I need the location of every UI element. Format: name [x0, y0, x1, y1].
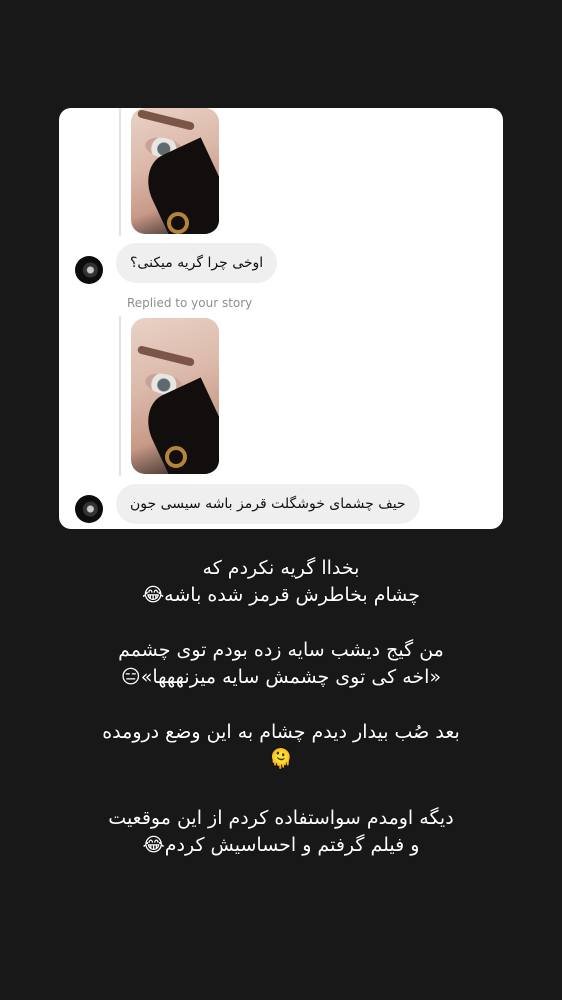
eyebrow — [136, 109, 196, 131]
avatar[interactable] — [75, 495, 103, 523]
caption-line: و فیلم گرفتم و احساسیش کردم😂 — [142, 834, 420, 856]
nose-ring — [167, 212, 189, 234]
avatar[interactable] — [75, 256, 103, 284]
eyebrow — [136, 345, 196, 367]
reply-thread-line — [119, 316, 121, 476]
message-bubble-2: حیف چشمای خوشگلت قرمز باشه سیسی جون — [116, 484, 420, 524]
message-bubble-1: اوخی چرا گریه میکنی؟ — [116, 243, 278, 283]
caption-line: بعد صُب بیدار دیدم چشام به این وضع درومد… — [102, 721, 460, 743]
story-thumbnail-2[interactable] — [131, 318, 219, 474]
caption-line: 🫠 — [269, 748, 293, 770]
caption-line: چشام بخاطرش قرمز شده باشه😂 — [141, 584, 420, 606]
replied-to-story-label: Replied to your story — [127, 296, 253, 310]
dm-screenshot-card: اوخی چرا گریه میکنی؟ Replied to your sto… — [59, 108, 503, 529]
caption-line: بخداا گریه نکردم که — [202, 557, 360, 579]
caption-line: من گیج دیشب سایه زده بودم توی چشمم — [118, 639, 444, 661]
caption-line: «اخه کی توی چشمش سایه میزنههها»😑 — [120, 666, 442, 688]
caption-line: دیگه اومدم سواستفاده کردم از این موقعیت — [108, 807, 454, 829]
reply-thread-line — [119, 108, 121, 236]
story-thumbnail-1[interactable] — [131, 108, 219, 234]
nose-ring — [165, 446, 187, 468]
